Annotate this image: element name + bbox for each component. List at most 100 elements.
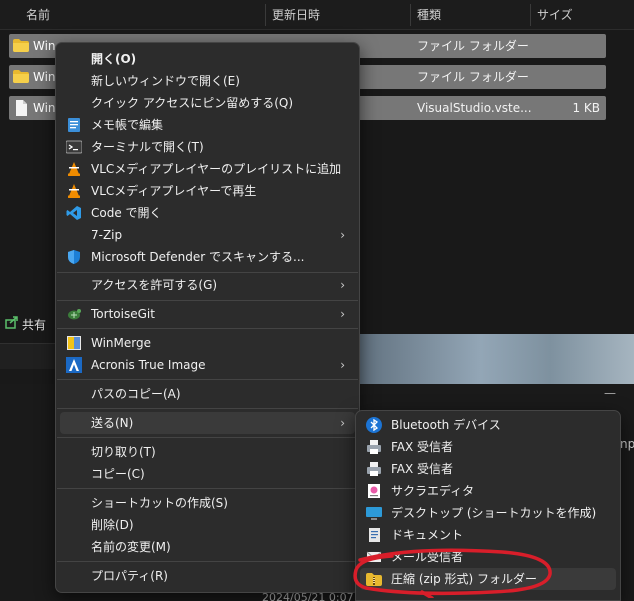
sendto-item-label: ドキュメント [391, 528, 464, 542]
menu-item-edit-notepad[interactable]: メモ帳で編集 [60, 114, 355, 136]
share-icon [5, 316, 18, 329]
vlc-icon [68, 162, 80, 176]
notepad-icon [68, 118, 80, 132]
menu-item-label: 新しいウィンドウで開く(E) [91, 74, 240, 88]
column-header-modified[interactable]: 更新日時 [266, 0, 320, 30]
menu-item-pin-quick-access[interactable]: クイック アクセスにピン留めする(Q) [60, 92, 355, 114]
chevron-right-icon: › [340, 416, 345, 430]
menu-item-7zip[interactable]: 7-Zip › [60, 224, 355, 246]
sakura-editor-icon [368, 484, 380, 498]
fax-icon [367, 440, 381, 454]
menu-separator [57, 408, 358, 409]
menu-item-send-to[interactable]: 送る(N) › [60, 412, 355, 434]
chevron-right-icon: › [340, 228, 345, 242]
sendto-item-label: FAX 受信者 [391, 440, 454, 454]
sendto-item-mail[interactable]: メール受信者 [360, 546, 616, 568]
column-header-type[interactable]: 種類 [411, 0, 441, 30]
share-button[interactable]: 共有 [0, 308, 60, 338]
partial-label: npl [620, 437, 634, 451]
menu-item-tortoisegit[interactable]: TortoiseGit › [60, 303, 355, 325]
menu-separator [57, 300, 358, 301]
chevron-right-icon: › [340, 358, 345, 372]
fax-icon [367, 462, 381, 476]
menu-item-label: Microsoft Defender でスキャンする... [91, 250, 305, 264]
folder-icon [13, 39, 29, 52]
menu-separator [57, 328, 358, 329]
sendto-item-bluetooth[interactable]: Bluetooth デバイス [360, 414, 616, 436]
sendto-item-label: デスクトップ (ショートカットを作成) [391, 506, 597, 520]
menu-item-vlc-add-playlist[interactable]: VLCメディアプレイヤーのプレイリストに追加 [60, 158, 355, 180]
column-header-bar: 名前 ^ 更新日時 種類 サイズ [0, 0, 634, 30]
share-label: 共有 [22, 318, 47, 332]
winmerge-icon [67, 336, 81, 350]
menu-item-label: WinMerge [91, 336, 151, 350]
sendto-item-label: 圧縮 (zip 形式) フォルダー [391, 572, 538, 586]
file-icon [16, 100, 27, 116]
menu-item-label: プロパティ(R) [91, 569, 168, 583]
menu-item-delete[interactable]: 削除(D) [60, 514, 355, 536]
sort-ascending-icon: ^ [137, 0, 146, 7]
menu-item-create-shortcut[interactable]: ショートカットの作成(S) [60, 492, 355, 514]
menu-item-label: コピー(C) [91, 467, 145, 481]
menu-separator [57, 561, 358, 562]
menu-separator [57, 437, 358, 438]
column-header-name[interactable]: 名前 [20, 0, 50, 30]
vlc-icon [68, 184, 80, 198]
defender-shield-icon [68, 250, 80, 264]
menu-item-label: クイック アクセスにピン留めする(Q) [91, 96, 294, 110]
sendto-item-fax[interactable]: FAX 受信者 [360, 458, 616, 480]
menu-item-cut[interactable]: 切り取り(T) [60, 441, 355, 463]
sendto-item-zip-folder[interactable]: 圧縮 (zip 形式) フォルダー [360, 568, 616, 590]
menu-item-grant-access[interactable]: アクセスを許可する(G) › [60, 274, 355, 296]
chevron-right-icon: › [340, 307, 345, 321]
menu-item-label: 削除(D) [91, 518, 134, 532]
menu-item-copy[interactable]: コピー(C) [60, 463, 355, 485]
menu-item-label: 送る(N) [91, 416, 134, 430]
menu-item-copy-path[interactable]: パスのコピー(A) [60, 383, 355, 405]
menu-item-open-vscode[interactable]: Code で開く [60, 202, 355, 224]
menu-item-vlc-play[interactable]: VLCメディアプレイヤーで再生 [60, 180, 355, 202]
menu-item-defender-scan[interactable]: Microsoft Defender でスキャンする... [60, 246, 355, 268]
menu-item-acronis[interactable]: Acronis True Image › [60, 354, 355, 376]
file-name: Win [33, 101, 56, 115]
sendto-item-sakura-editor[interactable]: サクラエディタ [360, 480, 616, 502]
menu-item-label: 切り取り(T) [91, 445, 156, 459]
minimize-icon[interactable]: — [604, 386, 616, 400]
documents-icon [369, 528, 380, 542]
menu-item-label: VLCメディアプレイヤーのプレイリストに追加 [91, 162, 342, 176]
menu-item-properties[interactable]: プロパティ(R) [60, 565, 355, 587]
file-type: VisualStudio.vste... [417, 101, 532, 115]
terminal-icon [66, 140, 82, 154]
menu-item-rename[interactable]: 名前の変更(M) [60, 536, 355, 558]
menu-item-label: 名前の変更(M) [91, 540, 171, 554]
menu-item-open-new-window[interactable]: 新しいウィンドウで開く(E) [60, 70, 355, 92]
context-menu: 開く(O) 新しいウィンドウで開く(E) クイック アクセスにピン留めする(Q)… [55, 42, 360, 593]
file-type: ファイル フォルダー [417, 39, 529, 53]
menu-separator [57, 379, 358, 380]
menu-item-winmerge[interactable]: WinMerge [60, 332, 355, 354]
sendto-item-label: FAX 受信者 [391, 462, 454, 476]
send-to-submenu: Bluetooth デバイス FAX 受信者 FAX 受信者 サクラエディタ デ… [355, 410, 621, 601]
bluetooth-icon [366, 417, 382, 433]
menu-item-label: メモ帳で編集 [91, 118, 164, 132]
menu-item-label: Acronis True Image [91, 358, 206, 372]
sendto-item-label: サクラエディタ [391, 484, 475, 498]
desktop-icon [366, 507, 382, 520]
menu-item-label: Code で開く [91, 206, 162, 220]
sendto-item-documents[interactable]: ドキュメント [360, 524, 616, 546]
menu-separator [57, 272, 358, 273]
column-header-size[interactable]: サイズ [531, 0, 573, 30]
menu-item-label: 7-Zip [91, 228, 123, 242]
sendto-item-label: メール受信者 [391, 550, 464, 564]
menu-item-open[interactable]: 開く(O) [60, 48, 355, 70]
menu-item-open-terminal[interactable]: ターミナルで開く(T) [60, 136, 355, 158]
preview-image [355, 334, 634, 384]
menu-item-label: TortoiseGit [91, 307, 155, 321]
sendto-item-desktop[interactable]: デスクトップ (ショートカットを作成) [360, 502, 616, 524]
sendto-item-fax[interactable]: FAX 受信者 [360, 436, 616, 458]
vscode-icon [66, 206, 81, 220]
menu-item-label: 開く(O) [91, 52, 137, 66]
menu-item-label: ショートカットの作成(S) [91, 496, 228, 510]
chevron-right-icon: › [340, 278, 345, 292]
file-type: ファイル フォルダー [417, 70, 529, 84]
